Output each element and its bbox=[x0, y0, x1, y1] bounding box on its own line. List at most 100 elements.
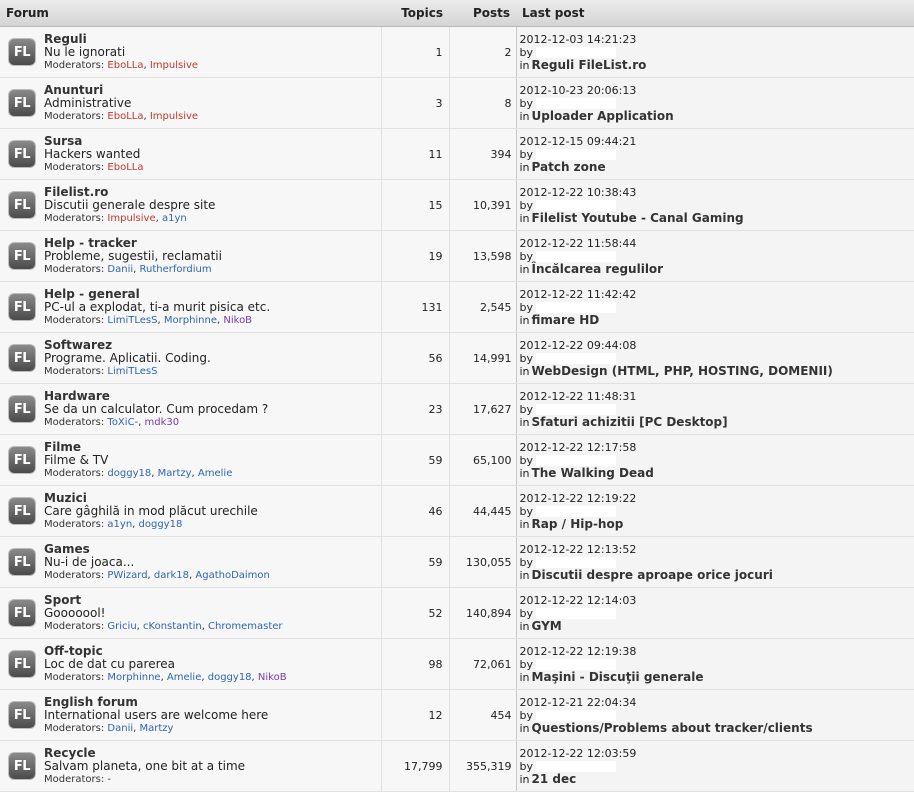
last-post-topic-link[interactable]: Uploader Application bbox=[532, 109, 674, 123]
forum-name-link[interactable]: English forum bbox=[44, 696, 268, 709]
posts-count: 394 bbox=[449, 129, 516, 180]
forum-name-link[interactable]: Sursa bbox=[44, 135, 143, 148]
forum-name-link[interactable]: Reguli bbox=[44, 33, 198, 46]
moderator-link[interactable]: LimiTLesS bbox=[107, 366, 157, 377]
forum-icon: FL bbox=[9, 192, 35, 218]
moderator-link[interactable]: Chromemaster bbox=[208, 621, 283, 632]
moderator-link[interactable]: Amelie bbox=[198, 468, 232, 479]
forum-moderators: Moderators: Danii, Martzy bbox=[44, 722, 268, 735]
forum-description: PC-ul a explodat, ti-a murit pisica etc. bbox=[44, 301, 270, 314]
posts-count: 44,445 bbox=[449, 486, 516, 537]
moderator-link[interactable]: AgathoDaimon bbox=[195, 570, 270, 581]
last-post-topic-link[interactable]: Filelist Youtube - Canal Gaming bbox=[532, 211, 744, 225]
last-post-topic-link[interactable]: Maşini - Discuţii generale bbox=[532, 670, 704, 684]
moderator-link[interactable]: Martzy bbox=[158, 468, 192, 479]
forum-name-link[interactable]: Help - tracker bbox=[44, 237, 222, 250]
forum-name-link[interactable]: Filme bbox=[44, 441, 232, 454]
moderator-link[interactable]: Morphinne bbox=[107, 672, 160, 683]
moderator-link[interactable]: NikoB bbox=[223, 315, 252, 326]
forum-name-link[interactable]: Filelist.ro bbox=[44, 186, 215, 199]
last-post-author[interactable] bbox=[536, 761, 616, 772]
moderator-link[interactable]: ToXiC- bbox=[107, 417, 138, 428]
last-post-topic-link[interactable]: WebDesign (HTML, PHP, HOSTING, DOMENII) bbox=[532, 364, 833, 378]
last-post-topic-link[interactable]: The Walking Dead bbox=[532, 466, 654, 480]
last-post: 2012-12-22 11:58:44 by inÎncălcarea regu… bbox=[520, 237, 914, 276]
forum-icon: FL bbox=[9, 90, 35, 116]
moderator-link[interactable]: PWizard bbox=[107, 570, 147, 581]
last-post-topic-link[interactable]: 21 dec bbox=[532, 772, 577, 786]
last-post-author[interactable] bbox=[536, 98, 616, 109]
last-post-topic-link[interactable]: Încălcarea regulilor bbox=[532, 262, 664, 276]
moderators-label: Moderators: bbox=[44, 264, 107, 275]
last-post-topic-link[interactable]: fimare HD bbox=[532, 313, 600, 327]
forum-name-link[interactable]: Muzici bbox=[44, 492, 258, 505]
moderator-link[interactable]: a1yn bbox=[162, 213, 187, 224]
moderator-link[interactable]: dark18 bbox=[154, 570, 189, 581]
moderator-link[interactable]: EboLLa bbox=[107, 111, 143, 122]
in-label: in bbox=[520, 722, 530, 735]
last-post-author[interactable] bbox=[536, 251, 616, 262]
moderator-link[interactable]: Amelie bbox=[167, 672, 201, 683]
last-post-topic-link[interactable]: Questions/Problems about tracker/clients bbox=[532, 721, 813, 735]
last-post-author[interactable] bbox=[536, 353, 616, 364]
moderator-link[interactable]: Impulsive bbox=[150, 111, 198, 122]
moderator-link[interactable]: EboLLa bbox=[107, 60, 143, 71]
in-label: in bbox=[520, 773, 530, 786]
moderator-link[interactable]: Impulsive bbox=[107, 213, 155, 224]
forum-name-link[interactable]: Off-topic bbox=[44, 645, 287, 658]
last-post-author[interactable] bbox=[536, 404, 616, 415]
last-post-topic-link[interactable]: Rap / Hip-hop bbox=[532, 517, 624, 531]
moderator-link[interactable]: doggy18 bbox=[107, 468, 151, 479]
forum-name-link[interactable]: Softwarez bbox=[44, 339, 211, 352]
last-post-author[interactable] bbox=[536, 149, 616, 160]
moderator-link[interactable]: doggy18 bbox=[139, 519, 183, 530]
forum-name-link[interactable]: Sport bbox=[44, 594, 283, 607]
moderator-link[interactable]: NikoB bbox=[258, 672, 287, 683]
forum-icon-label: FL bbox=[14, 708, 30, 723]
forum-name-link[interactable]: Games bbox=[44, 543, 270, 556]
last-post-topic-link[interactable]: Discutii despre aproape orice jocuri bbox=[532, 568, 773, 582]
last-post-author[interactable] bbox=[536, 302, 616, 313]
moderator-link[interactable]: Danii bbox=[107, 723, 133, 734]
forum-name-link[interactable]: Help - general bbox=[44, 288, 270, 301]
topics-count: 1 bbox=[381, 27, 449, 78]
forum-icon-label: FL bbox=[14, 606, 30, 621]
last-post-topic-link[interactable]: Reguli FileList.ro bbox=[532, 58, 647, 72]
last-post-topic-link[interactable]: Sfaturi achizitii [PC Desktop] bbox=[532, 415, 728, 429]
moderator-link[interactable]: EboLLa bbox=[107, 162, 143, 173]
forum-description: Programe. Aplicatii. Coding. bbox=[44, 352, 211, 365]
posts-count: 355,319 bbox=[449, 741, 516, 792]
topics-count: 59 bbox=[381, 537, 449, 588]
forum-moderators: Moderators: Morphinne, Amelie, doggy18, … bbox=[44, 671, 287, 684]
moderator-link[interactable]: Martzy bbox=[140, 723, 174, 734]
forum-name-link[interactable]: Recycle bbox=[44, 747, 245, 760]
moderator-link[interactable]: Rutherfordium bbox=[140, 264, 212, 275]
moderator-link[interactable]: Morphinne bbox=[164, 315, 217, 326]
last-post-author[interactable] bbox=[536, 608, 616, 619]
moderator-link[interactable]: Danii bbox=[107, 264, 133, 275]
forum-row: FL Help - tracker Probleme, sugestii, re… bbox=[0, 231, 914, 282]
last-post-author[interactable] bbox=[536, 200, 616, 211]
last-post-author[interactable] bbox=[536, 455, 616, 466]
posts-count: 65,100 bbox=[449, 435, 516, 486]
moderator-link[interactable]: mdk30 bbox=[145, 417, 180, 428]
last-post-topic-link[interactable]: Patch zone bbox=[532, 160, 606, 174]
moderator-link[interactable]: cKonstantin bbox=[143, 621, 202, 632]
moderator-link[interactable]: doggy18 bbox=[208, 672, 252, 683]
last-post-topic-link[interactable]: GYM bbox=[532, 619, 562, 633]
last-post-author[interactable] bbox=[536, 557, 616, 568]
forum-name-link[interactable]: Anunturi bbox=[44, 84, 198, 97]
moderators-none: - bbox=[107, 774, 111, 785]
moderator-link[interactable]: Impulsive bbox=[150, 60, 198, 71]
last-post-author[interactable] bbox=[536, 659, 616, 670]
moderator-link[interactable]: LimiTLesS bbox=[107, 315, 157, 326]
moderator-link[interactable]: Griciu bbox=[107, 621, 136, 632]
moderator-link[interactable]: a1yn bbox=[107, 519, 132, 530]
last-post-author[interactable] bbox=[536, 506, 616, 517]
posts-count: 454 bbox=[449, 690, 516, 741]
last-post-author[interactable] bbox=[536, 710, 616, 721]
forum-name-link[interactable]: Hardware bbox=[44, 390, 268, 403]
forum-description: Hackers wanted bbox=[44, 148, 143, 161]
last-post-author[interactable] bbox=[536, 47, 616, 58]
forum-icon-label: FL bbox=[14, 402, 30, 417]
